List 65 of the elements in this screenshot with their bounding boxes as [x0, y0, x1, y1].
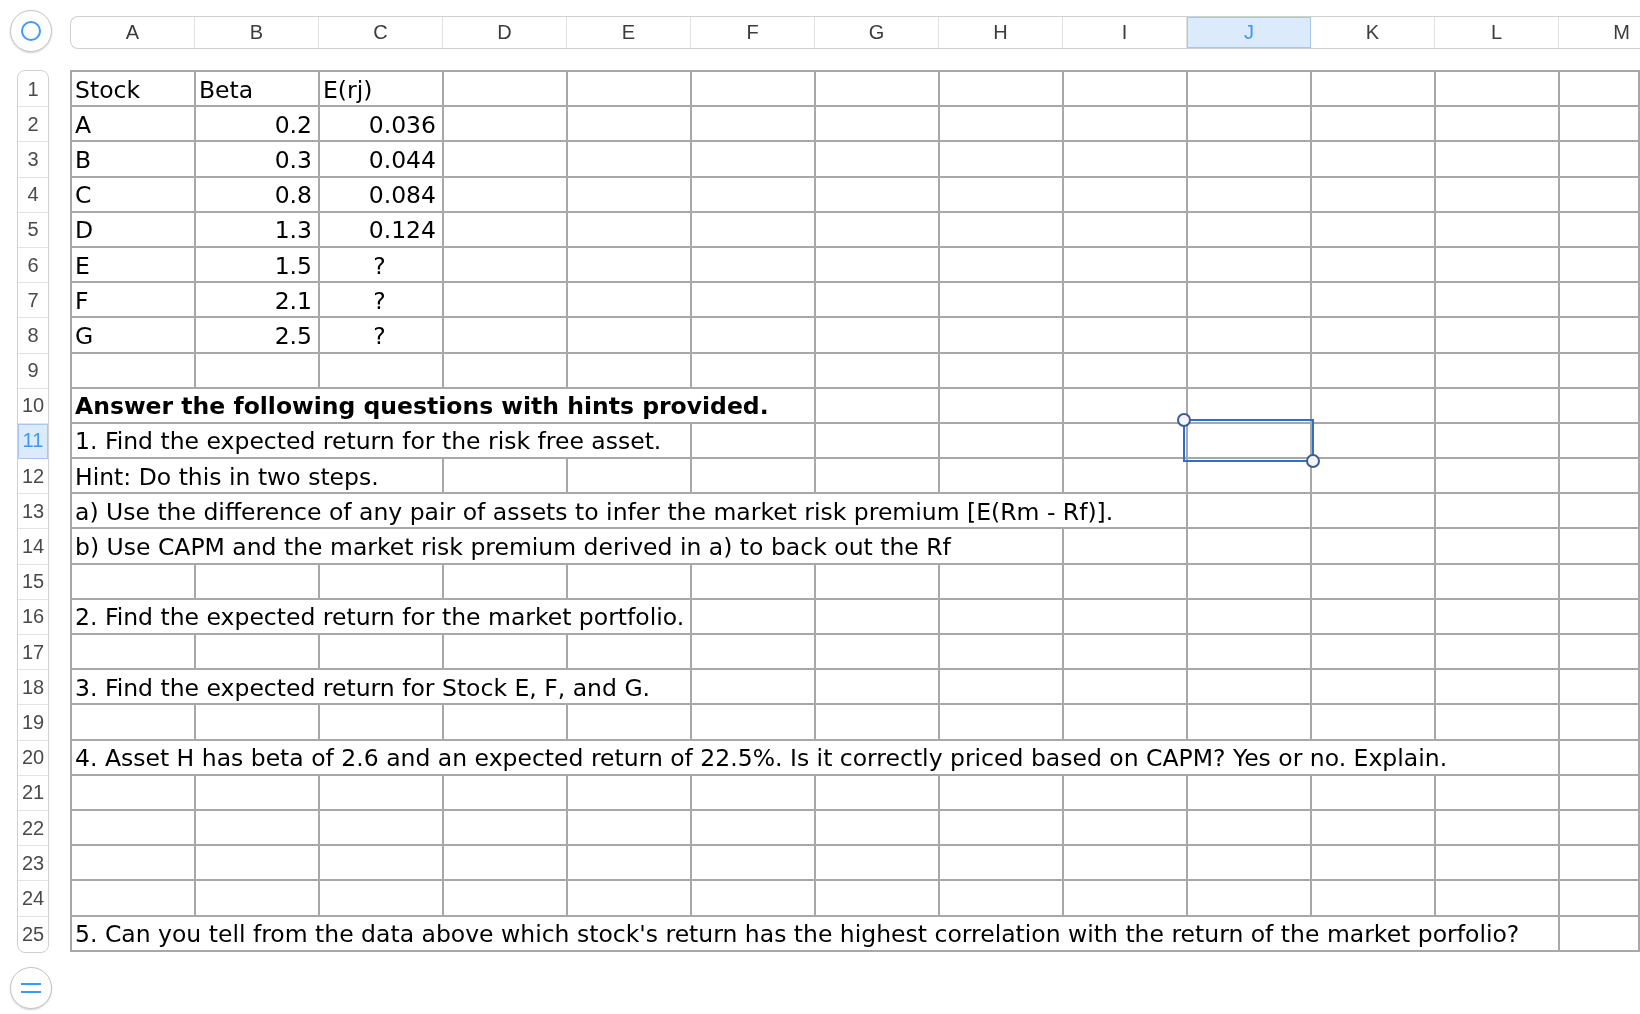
column-header[interactable]: K	[1311, 17, 1435, 48]
row-header[interactable]: 9	[18, 353, 48, 389]
label-text: B	[75, 144, 92, 174]
column-header[interactable]: F	[691, 17, 815, 48]
number-value: 0.036	[368, 109, 436, 139]
select-all-button[interactable]	[10, 10, 52, 52]
selection-handle[interactable]	[1177, 412, 1191, 427]
number-value: 1.5	[274, 250, 312, 280]
label-text: E	[75, 250, 90, 280]
row-header[interactable]: 7	[18, 283, 48, 319]
number-value: 0.084	[368, 180, 436, 210]
number-value: 2.1	[274, 285, 312, 315]
column-header[interactable]: H	[939, 17, 1063, 48]
label-text: Beta	[199, 74, 254, 104]
number-value: 0.2	[274, 109, 312, 139]
row-header[interactable]: 19	[18, 705, 48, 741]
row-header[interactable]: 13	[18, 494, 48, 530]
selection-handle[interactable]	[1306, 454, 1320, 469]
column-header[interactable]: M	[1559, 17, 1640, 48]
number-value: 1.3	[274, 215, 312, 245]
label-text: Stock	[75, 74, 141, 104]
column-header[interactable]: A	[71, 17, 195, 48]
number-value: 2.5	[274, 320, 312, 350]
row-header[interactable]: 23	[18, 846, 48, 882]
row-header[interactable]: 6	[18, 247, 48, 284]
row-header[interactable]: 17	[18, 635, 48, 671]
column-header[interactable]: C	[319, 17, 443, 48]
row-header[interactable]: 20	[18, 740, 48, 776]
row-header[interactable]: 8	[18, 318, 48, 354]
row-header[interactable]: 21	[18, 775, 48, 811]
row-header[interactable]: 16	[18, 599, 48, 635]
row-header[interactable]: 25	[18, 916, 48, 952]
row-header[interactable]: 22	[18, 810, 48, 847]
row-header[interactable]: 3	[18, 142, 48, 178]
row-header[interactable]: 24	[18, 881, 48, 917]
column-header[interactable]: E	[567, 17, 691, 48]
question-mark: ?	[373, 250, 386, 280]
row-header[interactable]: 12	[18, 459, 48, 495]
column-header[interactable]: L	[1435, 17, 1559, 48]
row-header[interactable]: 10	[18, 388, 48, 424]
row-header[interactable]: 1	[18, 72, 48, 108]
number-value: 0.3	[274, 144, 312, 174]
row-header[interactable]: 4	[18, 177, 48, 213]
column-header[interactable]: D	[443, 17, 567, 48]
row-header[interactable]: 5	[18, 212, 48, 248]
label-text: C	[75, 180, 92, 210]
equals-icon	[21, 982, 41, 993]
column-header[interactable]: B	[195, 17, 319, 48]
question-mark: ?	[373, 285, 386, 315]
row-header[interactable]: 2	[18, 107, 48, 143]
formula-button[interactable]	[10, 966, 52, 1009]
ring-icon	[21, 21, 41, 41]
number-value: 0.8	[274, 180, 312, 210]
label-text: F	[75, 285, 89, 315]
number-value: 0.044	[368, 144, 436, 174]
number-value: 0.124	[368, 215, 436, 245]
question-mark: ?	[373, 320, 386, 350]
label-text: G	[75, 320, 94, 350]
label-text: D	[75, 215, 94, 245]
column-header[interactable]: G	[815, 17, 939, 48]
row-header[interactable]: 18	[18, 670, 48, 706]
row-header[interactable]: 15	[18, 564, 48, 600]
label-text: A	[75, 109, 92, 139]
row-header[interactable]: 14	[18, 529, 48, 565]
label-text: E(rj)	[323, 74, 373, 104]
